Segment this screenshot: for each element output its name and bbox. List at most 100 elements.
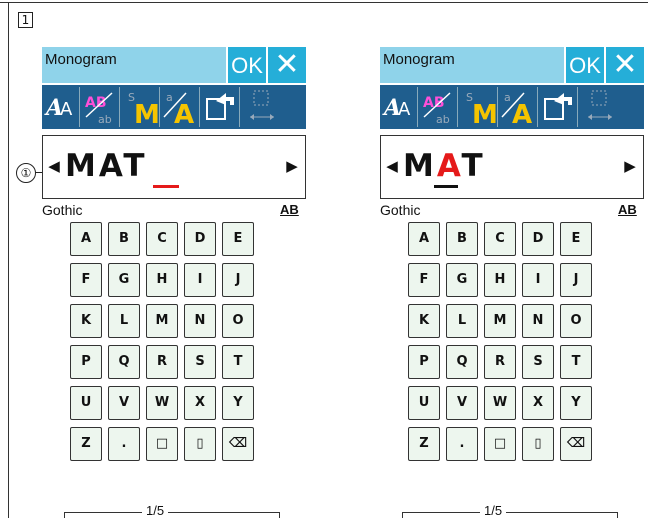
key[interactable]: D (184, 222, 216, 256)
key[interactable]: A (70, 222, 102, 256)
close-button[interactable]: ✕ (604, 47, 644, 83)
size-small-icon[interactable]: aA (162, 87, 200, 127)
case-toggle-icon[interactable]: AB ab (420, 87, 458, 127)
key[interactable]: R (146, 345, 178, 379)
cursor-left-button[interactable]: ◀ (43, 136, 65, 198)
key[interactable]: Q (446, 345, 478, 379)
monogram-text: MAT (403, 148, 486, 184)
text-size-icon[interactable]: AB (280, 202, 299, 217)
key[interactable]: Y (222, 386, 254, 420)
text-size-icon[interactable]: AB (618, 202, 637, 217)
svg-text:a: a (504, 91, 511, 104)
key[interactable]: J (560, 263, 592, 297)
direction-icon[interactable] (202, 87, 240, 127)
left-rule (8, 2, 9, 518)
key[interactable]: Z (70, 427, 102, 461)
key[interactable]: N (522, 304, 554, 338)
key[interactable]: G (108, 263, 140, 297)
key[interactable]: V (446, 386, 478, 420)
backspace-key[interactable]: ⌫ (222, 427, 254, 461)
size-large-icon[interactable]: SM (122, 87, 160, 127)
cursor-right-button[interactable]: ▶ (279, 136, 305, 198)
svg-text:A: A (512, 100, 532, 127)
key[interactable]: C (146, 222, 178, 256)
space-key[interactable]: □ (484, 427, 516, 461)
key[interactable]: T (222, 345, 254, 379)
key[interactable]: W (484, 386, 516, 420)
key[interactable]: E (222, 222, 254, 256)
svg-text:M: M (134, 100, 160, 127)
key[interactable]: I (522, 263, 554, 297)
key[interactable]: M (484, 304, 516, 338)
key[interactable]: B (446, 222, 478, 256)
text-before-cursor: MAT (65, 148, 148, 184)
key[interactable]: K (70, 304, 102, 338)
close-button[interactable]: ✕ (266, 47, 306, 83)
key[interactable]: G (446, 263, 478, 297)
key[interactable]: L (108, 304, 140, 338)
key[interactable]: N (184, 304, 216, 338)
key[interactable]: F (408, 263, 440, 297)
key[interactable]: D (522, 222, 554, 256)
key[interactable]: X (522, 386, 554, 420)
narrow-space-key[interactable]: ▯ (522, 427, 554, 461)
key[interactable]: M (146, 304, 178, 338)
narrow-space-key[interactable]: ▯ (184, 427, 216, 461)
cursor-left-button[interactable]: ◀ (381, 136, 403, 198)
ok-button[interactable]: OK (564, 47, 604, 83)
key[interactable]: Q (108, 345, 140, 379)
direction-icon[interactable] (540, 87, 578, 127)
font-select-icon[interactable]: AA (42, 87, 80, 127)
toolbar: AA AB ab SM aA (42, 85, 306, 129)
key[interactable]: H (146, 263, 178, 297)
key[interactable]: . (108, 427, 140, 461)
key[interactable]: T (560, 345, 592, 379)
case-toggle-icon[interactable]: AB ab (82, 87, 120, 127)
key[interactable]: B (108, 222, 140, 256)
key[interactable]: U (408, 386, 440, 420)
key[interactable]: C (484, 222, 516, 256)
spacing-icon[interactable] (242, 87, 280, 127)
screen-2: Monogram OK ✕ AA AB ab SM aA ◀ MAT ▶ Goth… (380, 47, 644, 518)
key[interactable]: X (184, 386, 216, 420)
key[interactable]: U (70, 386, 102, 420)
svg-text:A: A (398, 99, 411, 120)
key[interactable]: K (408, 304, 440, 338)
key[interactable]: . (446, 427, 478, 461)
backspace-key[interactable]: ⌫ (560, 427, 592, 461)
size-large-icon[interactable]: SM (460, 87, 498, 127)
font-select-icon[interactable]: AA (380, 87, 418, 127)
key[interactable]: E (560, 222, 592, 256)
screen-title: Monogram (383, 51, 455, 68)
key[interactable]: P (408, 345, 440, 379)
key[interactable]: H (484, 263, 516, 297)
key[interactable]: F (70, 263, 102, 297)
svg-text:ab: ab (436, 113, 450, 126)
size-small-icon[interactable]: aA (500, 87, 538, 127)
callout-number: ① (16, 163, 36, 183)
key[interactable]: W (146, 386, 178, 420)
font-name: Gothic (42, 202, 83, 218)
key[interactable]: S (522, 345, 554, 379)
cursor-right-button[interactable]: ▶ (617, 136, 643, 198)
page-bar (64, 512, 280, 518)
text-before-cursor: M (403, 148, 437, 184)
ok-button[interactable]: OK (226, 47, 266, 83)
key[interactable]: A (408, 222, 440, 256)
key[interactable]: L (446, 304, 478, 338)
key[interactable]: I (184, 263, 216, 297)
key[interactable]: V (108, 386, 140, 420)
spacing-icon[interactable] (580, 87, 618, 127)
key[interactable]: P (70, 345, 102, 379)
key[interactable]: O (222, 304, 254, 338)
key[interactable]: Y (560, 386, 592, 420)
key[interactable]: O (560, 304, 592, 338)
text-after-cursor: T (461, 148, 486, 184)
key[interactable]: S (184, 345, 216, 379)
key[interactable]: R (484, 345, 516, 379)
svg-text:M: M (472, 100, 498, 127)
key[interactable]: Z (408, 427, 440, 461)
space-key[interactable]: □ (146, 427, 178, 461)
key[interactable]: J (222, 263, 254, 297)
text-cursor (434, 185, 458, 188)
